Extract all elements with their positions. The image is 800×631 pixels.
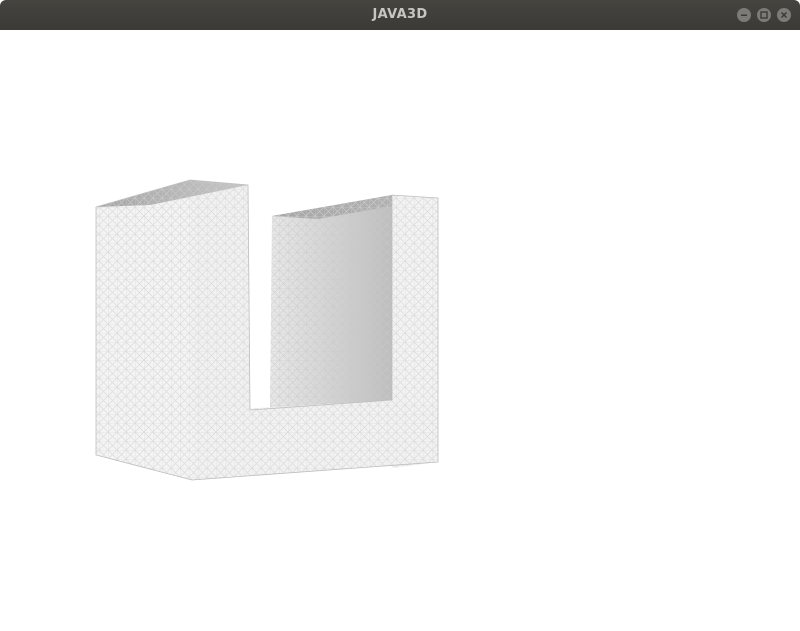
left-prong-front [96, 180, 192, 480]
java3d-window: JAVA3D [0, 0, 800, 631]
underlying-window-strip [0, 624, 800, 631]
maximize-button[interactable] [757, 8, 771, 22]
minimize-icon [741, 14, 747, 16]
java3d-canvas[interactable] [0, 30, 800, 631]
title-bar[interactable]: JAVA3D [0, 0, 800, 30]
close-button[interactable] [777, 8, 791, 22]
window-title: JAVA3D [372, 7, 428, 22]
maximize-icon [760, 11, 768, 19]
minimize-button[interactable] [737, 8, 751, 22]
scene-render [95, 179, 439, 481]
close-icon [780, 11, 788, 19]
base-front [192, 400, 438, 480]
inner-right-wall [270, 195, 392, 410]
